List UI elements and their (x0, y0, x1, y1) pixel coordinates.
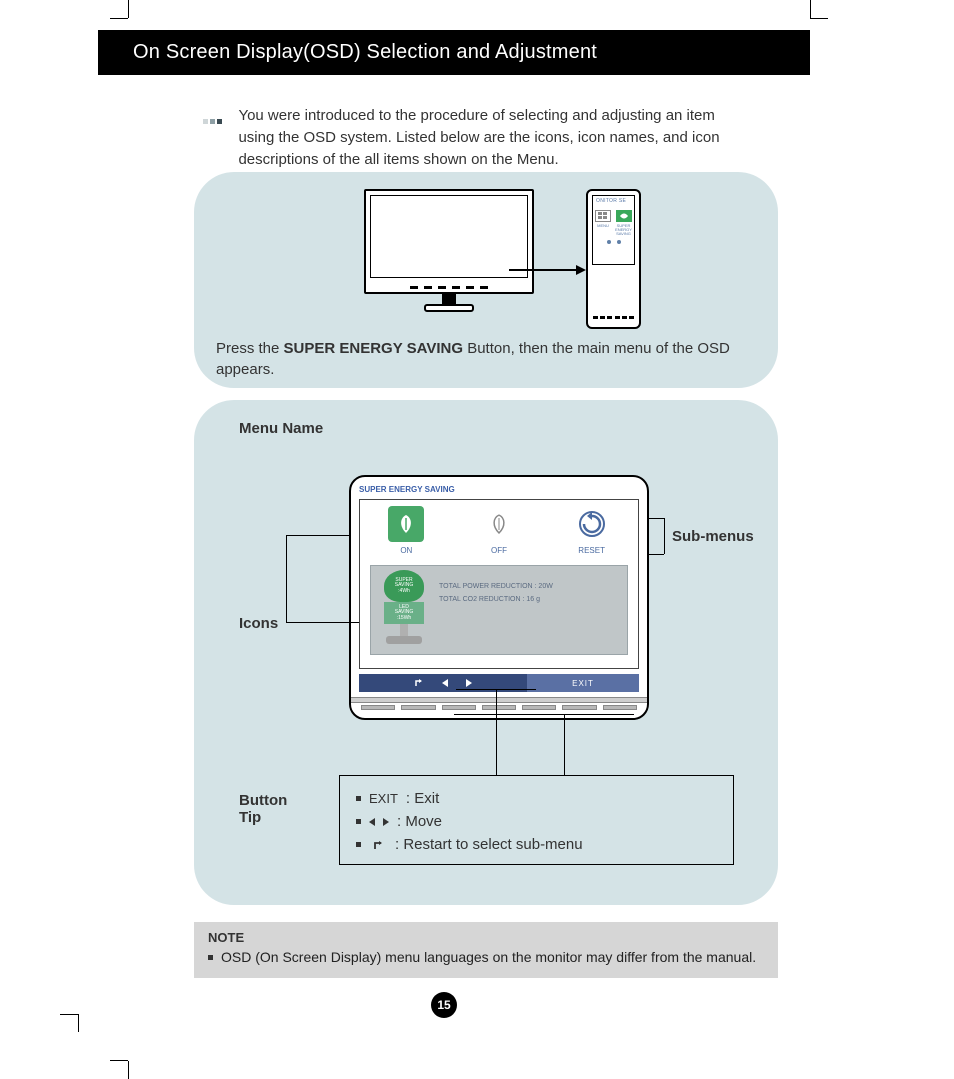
osd-stats-panel: SUPERSAVING:4Wh LEDSAVING:15Wh TOTAL POW… (370, 565, 628, 655)
page-number: 15 (431, 992, 457, 1018)
section-header: On Screen Display(OSD) Selection and Adj… (98, 30, 810, 75)
exit-desc: : Exit (406, 790, 439, 807)
zoom-arrow-icon (509, 269, 584, 271)
arrow-right-icon (383, 818, 389, 826)
off-label: OFF (491, 546, 507, 555)
leaf-off-icon (481, 506, 517, 542)
osd-title: SUPER ENERGY SAVING (359, 485, 455, 494)
section-title: On Screen Display(OSD) Selection and Adj… (133, 41, 597, 64)
restart-desc: : Restart to select sub-menu (395, 836, 583, 853)
panel-press-button: ONITOR SE MENU SUPERENERGYSAVING (194, 172, 778, 388)
exit-sym: EXIT (369, 791, 398, 806)
menu-name-label: Menu Name (239, 420, 323, 437)
stat-co2: TOTAL CO2 REDUCTION : 16 g (439, 593, 553, 606)
leaf-on-icon (388, 506, 424, 542)
menu-label: MENU (597, 224, 609, 228)
icons-callout: Icons (239, 615, 278, 632)
panel1-caption: Press the SUPER ENERGY SAVING Button, th… (216, 338, 756, 380)
on-label: ON (400, 546, 412, 555)
monitor-icon (364, 189, 534, 294)
arrow-left-icon (442, 679, 448, 687)
reset-label: RESET (578, 546, 605, 555)
arrow-right-icon (466, 679, 472, 687)
panel-osd-layout: Menu Name SUPER ENERGY SAVING ON OFF RES… (194, 400, 778, 905)
tree-icon: SUPERSAVING:4Wh LEDSAVING:15Wh (379, 570, 429, 648)
arrow-left-icon (369, 818, 375, 826)
reset-icon (574, 506, 610, 542)
exit-nav-label: EXIT (527, 674, 639, 692)
note-title: NOTE (208, 930, 764, 945)
submenus-callout: Sub-menus (672, 528, 754, 545)
stat-power: TOTAL POWER REDUCTION : 20W (439, 580, 553, 593)
button-tip-box: EXIT : Exit : Move : Restart to select su… (339, 775, 734, 865)
zoom-heading: ONITOR SE (593, 196, 634, 206)
monitor-figure: ONITOR SE MENU SUPERENERGYSAVING (364, 184, 624, 334)
bullet-dots-icon (203, 111, 224, 129)
move-desc: : Move (397, 813, 442, 830)
osd-screenshot: SUPER ENERGY SAVING ON OFF RESET (349, 475, 649, 720)
note-body: OSD (On Screen Display) menu languages o… (221, 949, 756, 965)
return-icon (369, 839, 387, 851)
button-tip-callout: ButtonTip (239, 792, 287, 826)
ses-label: SUPERENERGYSAVING (615, 224, 632, 236)
osd-icon-row: ON OFF RESET (360, 506, 638, 555)
intro-text: You were introduced to the procedure of … (238, 105, 738, 170)
zoom-panel: ONITOR SE MENU SUPERENERGYSAVING (586, 189, 641, 329)
note-box: NOTE OSD (On Screen Display) menu langua… (194, 922, 778, 978)
intro-block: You were introduced to the procedure of … (203, 105, 773, 170)
ses-icon (616, 210, 632, 222)
return-icon (414, 678, 424, 688)
menu-icon (595, 210, 611, 222)
